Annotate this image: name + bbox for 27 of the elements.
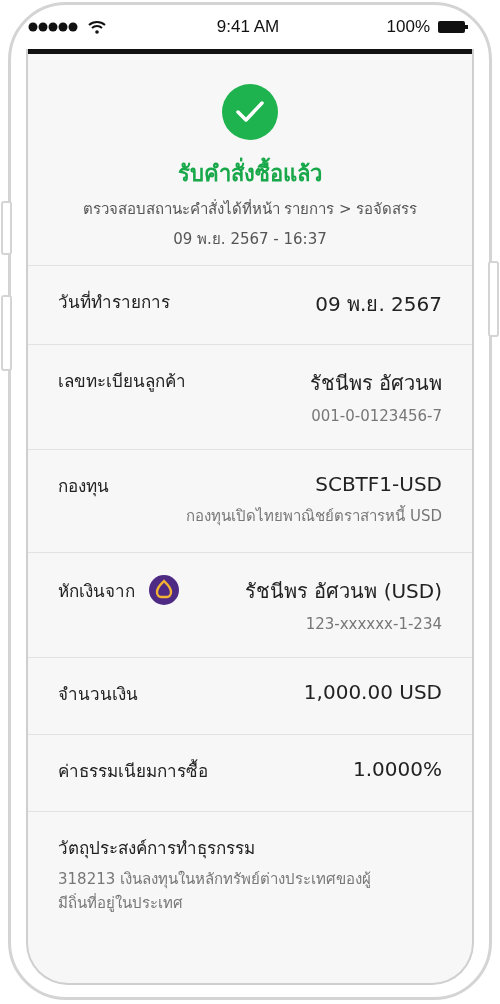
detail-value: 318213 เงินลงทุนในหลักทรัพย์ต่างประเทศของผู้มีถิ่นที่อยู่ในประเทศ (58, 869, 373, 914)
detail-value: 1,000.00 USD (303, 680, 442, 704)
detail-label: ค่าธรรมเนียมการซื้อ (58, 758, 208, 783)
detail-subvalue: 001-0-0123456-7 (311, 407, 442, 425)
detail-value: 09 พ.ย. 2567 (315, 291, 442, 318)
detail-label: หักเงินจาก (58, 579, 135, 603)
detail-value: รัชนีพร อัศวนพ (309, 370, 442, 397)
success-title: รับคำสั่งซื้อแล้ว (178, 156, 322, 191)
detail-value: 1.0000% (353, 757, 442, 781)
check-icon (222, 84, 278, 140)
status-time: 9:41 AM (216, 17, 280, 37)
detail-subvalue: กองทุนเปิดไทยพาณิชย์ตราสารหนี้ USD (186, 504, 442, 528)
detail-subvalue: 123-xxxxxx-1-234 (305, 615, 442, 633)
detail-value: SCBTF1-USD (315, 472, 442, 496)
status-hint: ตรวจสอบสถานะคำสั่งได้ที่หน้า รายการ > รอจัดสรร (82, 198, 418, 220)
wifi-icon (88, 20, 106, 34)
battery-icon (438, 21, 468, 33)
detail-label: วันที่ทำรายการ (58, 289, 170, 314)
bank-logo-icon (149, 575, 179, 605)
detail-label: เลขทะเบียนลูกค้า (58, 370, 186, 394)
detail-label: จำนวนเงิน (58, 683, 138, 706)
detail-value: รัชนีพร อัศวนพ (USD) (244, 578, 442, 605)
detail-label: วัตถุประสงค์การทำธุรกรรม (58, 837, 255, 861)
order-timestamp: 09 พ.ย. 2567 - 16:37 (173, 229, 327, 250)
detail-label: กองทุน (58, 475, 109, 499)
signal-icon (28, 22, 80, 32)
battery-percent: 100% (386, 17, 430, 37)
